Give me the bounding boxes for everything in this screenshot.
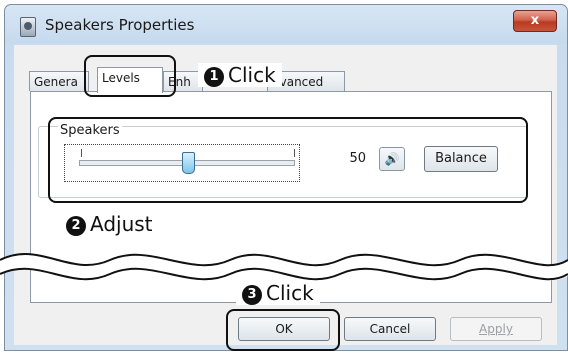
tab-levels[interactable]: Levels xyxy=(97,67,163,93)
step2-text: Adjust xyxy=(90,212,153,236)
step3-text: Click xyxy=(266,281,314,305)
title-bar: Speakers Properties x xyxy=(5,5,567,45)
step1-annotation: 1 Click xyxy=(198,63,282,87)
step2-annotation: 2 Adjust xyxy=(60,212,159,236)
close-button[interactable]: x xyxy=(513,10,557,32)
step3-annotation: 3 Click xyxy=(236,281,320,305)
step1-number: 1 xyxy=(204,67,224,87)
speaker-device-icon xyxy=(20,17,36,37)
step3-number: 3 xyxy=(242,285,262,305)
close-icon: x xyxy=(530,13,540,28)
ok-button-callout xyxy=(226,309,340,351)
apply-label: Apply xyxy=(479,322,513,336)
step1-text: Click xyxy=(228,63,276,87)
tab-general[interactable]: Genera xyxy=(29,71,89,91)
step2-number: 2 xyxy=(66,216,86,236)
apply-button[interactable]: Apply xyxy=(450,317,542,341)
cancel-label: Cancel xyxy=(369,322,411,336)
speakers-group-callout xyxy=(48,117,528,203)
cancel-button[interactable]: Cancel xyxy=(344,317,436,341)
window-title: Speakers Properties xyxy=(45,16,195,34)
